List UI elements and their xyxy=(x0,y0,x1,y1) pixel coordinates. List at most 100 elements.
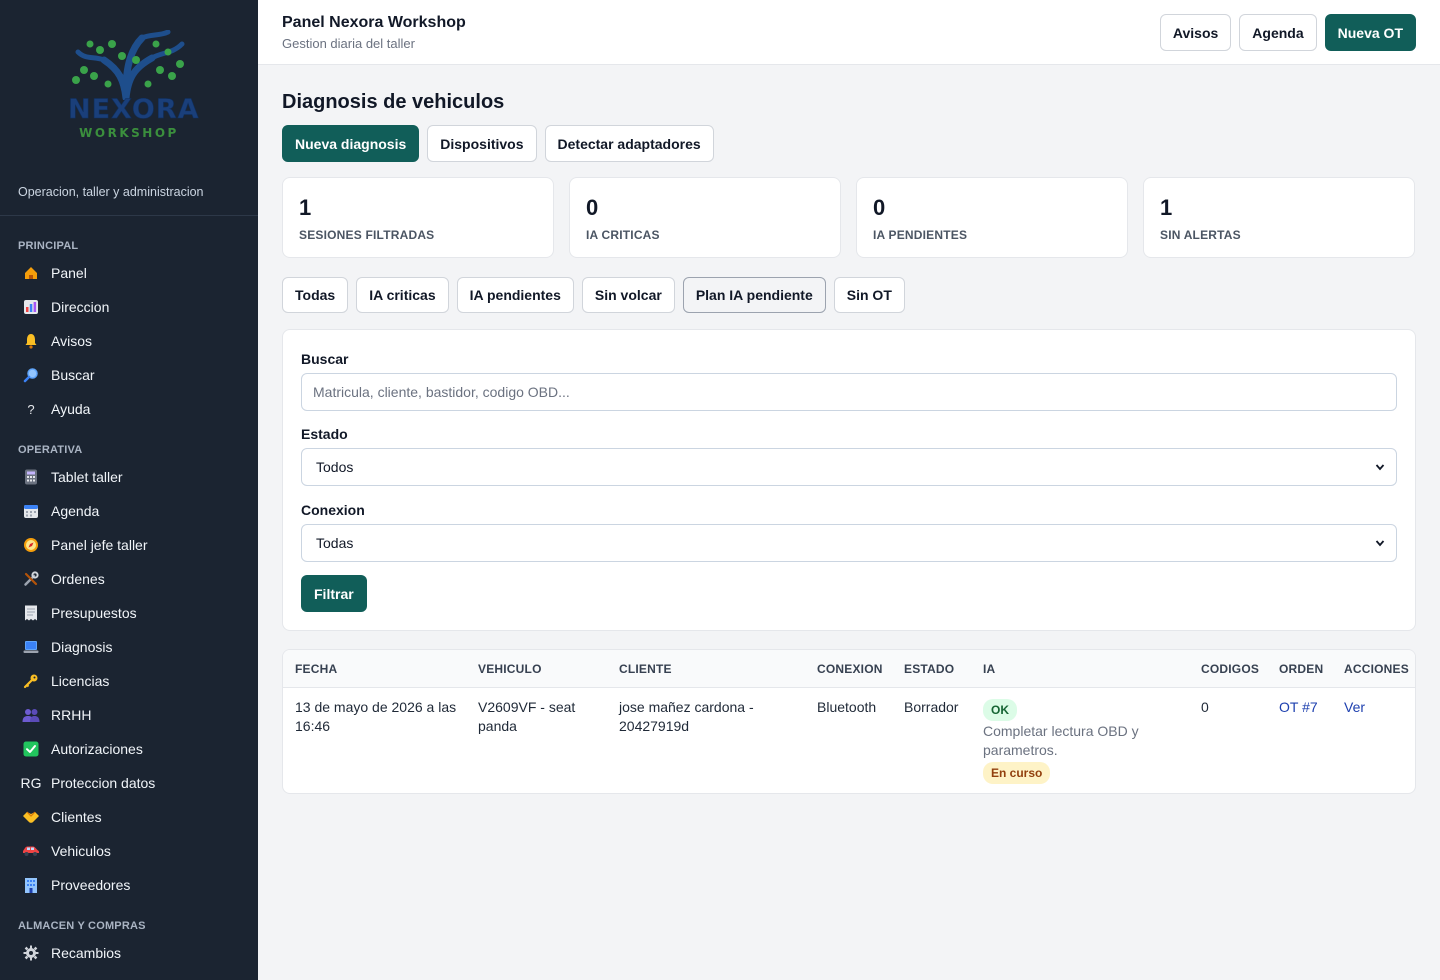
tree-logo-icon xyxy=(72,29,185,102)
sidebar-item-rrhh[interactable]: RRHH xyxy=(0,698,258,732)
nueva-ot-button[interactable]: Nueva OT xyxy=(1324,14,1416,51)
sidebar-item-diagnosis[interactable]: Diagnosis xyxy=(0,630,258,664)
diagnosis-table: FECHA VEHICULO CLIENTE CONEXION ESTADO I… xyxy=(282,649,1416,794)
sidebar-item-ayuda[interactable]: ? Ayuda xyxy=(0,392,258,426)
filter-ia-criticas[interactable]: IA criticas xyxy=(356,277,449,313)
calculator-icon xyxy=(20,468,42,486)
sidebar-item-label: Tablet taller xyxy=(51,469,123,485)
col-vehiculo[interactable]: VEHICULO xyxy=(478,662,542,676)
check-icon xyxy=(20,740,42,758)
home-icon xyxy=(20,264,42,282)
agenda-button[interactable]: Agenda xyxy=(1239,14,1317,51)
col-conexion[interactable]: CONEXION xyxy=(817,662,883,676)
page-actions: Nueva diagnosis Dispositivos Detectar ad… xyxy=(282,125,714,162)
col-ia[interactable]: IA xyxy=(983,662,995,676)
stat-value: 1 xyxy=(1160,195,1173,220)
sidebar-item-proteccion-datos[interactable]: RG Proteccion datos xyxy=(0,766,258,800)
cell-cliente-line1: jose mañez cardona - xyxy=(619,699,754,715)
sidebar-item-agenda[interactable]: Agenda xyxy=(0,494,258,528)
estado-select-value: Todos xyxy=(316,459,354,475)
col-codigos[interactable]: CODIGOS xyxy=(1201,662,1259,676)
cell-ia-text: Completar lectura OBD y parametros. xyxy=(983,722,1139,760)
sidebar-item-ordenes[interactable]: Ordenes xyxy=(0,562,258,596)
search-input[interactable]: Matricula, cliente, bastidor, codigo OBD… xyxy=(301,373,1397,411)
gear-icon xyxy=(20,944,42,962)
sidebar-item-label: Vehiculos xyxy=(51,843,111,859)
sidebar-item-label: Licencias xyxy=(51,673,110,689)
stat-value: 0 xyxy=(586,195,599,220)
search-label: Buscar xyxy=(301,351,349,367)
sidebar-item-label: Proteccion datos xyxy=(51,775,156,791)
avisos-button[interactable]: Avisos xyxy=(1159,14,1232,51)
tools-icon xyxy=(20,570,42,588)
col-orden[interactable]: ORDEN xyxy=(1279,662,1323,676)
sidebar-item-panel-jefe-taller[interactable]: Panel jefe taller xyxy=(0,528,258,562)
stat-card-sesiones: 1 SESIONES FILTRADAS xyxy=(282,177,554,258)
compass-icon xyxy=(20,536,42,554)
sidebar-item-presupuestos[interactable]: Presupuestos xyxy=(0,596,258,630)
ver-link[interactable]: Ver xyxy=(1344,698,1365,717)
sidebar-item-clientes[interactable]: Clientes xyxy=(0,800,258,834)
sidebar-item-label: Panel jefe taller xyxy=(51,537,148,553)
en-curso-badge: En curso xyxy=(983,762,1051,784)
cell-codigos: 0 xyxy=(1201,699,1209,715)
sidebar-item-licencias[interactable]: Licencias xyxy=(0,664,258,698)
stat-card-sin-alertas: 1 SIN ALERTAS xyxy=(1143,177,1415,258)
conexion-select-value: Todas xyxy=(316,535,354,551)
sidebar-item-panel[interactable]: Panel xyxy=(0,256,258,290)
stat-label: IA CRITICAS xyxy=(586,228,660,242)
receipt-icon xyxy=(20,604,42,622)
bar-chart-icon xyxy=(20,298,42,316)
sidebar-item-direccion[interactable]: Direccion xyxy=(0,290,258,324)
filter-todas[interactable]: Todas xyxy=(282,277,349,313)
sidebar-item-label: Autorizaciones xyxy=(51,741,143,757)
sidebar-item-label: Ayuda xyxy=(51,401,91,417)
key-icon xyxy=(20,672,42,690)
sidebar-item-buscar[interactable]: Buscar xyxy=(0,358,258,392)
cell-ia-text-line1: Completar lectura OBD y xyxy=(983,723,1139,739)
car-icon xyxy=(20,842,42,860)
filter-ia-pendientes[interactable]: IA pendientes xyxy=(456,277,574,313)
cell-fecha-line1: 13 de mayo de 2026 a las xyxy=(295,699,457,715)
nexora-logo[interactable]: NEXORA WORKSHOP xyxy=(64,29,199,145)
orden-link[interactable]: OT #7 xyxy=(1279,698,1318,717)
stat-label: IA PENDIENTES xyxy=(873,228,968,242)
quick-filters: Todas IA criticas IA pendientes Sin volc… xyxy=(282,277,905,313)
building-icon xyxy=(20,876,42,894)
sidebar-item-proveedores[interactable]: Proveedores xyxy=(0,868,258,902)
col-fecha[interactable]: FECHA xyxy=(295,662,337,676)
conexion-select[interactable]: Todas xyxy=(301,524,1397,562)
col-cliente[interactable]: CLIENTE xyxy=(619,662,672,676)
page-title: Diagnosis de vehiculos xyxy=(282,91,505,113)
filter-plan-ia-pendiente[interactable]: Plan IA pendiente xyxy=(682,277,826,313)
rg-icon: RG xyxy=(20,775,42,791)
dispositivos-button[interactable]: Dispositivos xyxy=(427,125,537,162)
stat-card-ia-pendientes: 0 IA PENDIENTES xyxy=(856,177,1128,258)
sidebar-tagline: Operacion, taller y administracion xyxy=(0,170,258,216)
sidebar-item-label: Avisos xyxy=(51,333,92,349)
col-acciones[interactable]: ACCIONES xyxy=(1344,662,1409,676)
table-header: FECHA VEHICULO CLIENTE CONEXION ESTADO I… xyxy=(283,650,1415,688)
sidebar-item-tablet-taller[interactable]: Tablet taller xyxy=(0,460,258,494)
sidebar-item-avisos[interactable]: Avisos xyxy=(0,324,258,358)
handshake-icon xyxy=(20,808,42,826)
filter-sin-ot[interactable]: Sin OT xyxy=(833,277,905,313)
detectar-adaptadores-button[interactable]: Detectar adaptadores xyxy=(544,125,714,162)
chevron-down-icon xyxy=(1375,464,1385,471)
chevron-down-icon xyxy=(1375,540,1385,547)
sidebar-item-label: Buscar xyxy=(51,367,95,383)
filtrar-button[interactable]: Filtrar xyxy=(301,575,367,612)
app-subtitle: Gestion diaria del taller xyxy=(282,36,415,51)
cell-cliente-line2: 20427919d xyxy=(619,718,690,734)
filter-sin-volcar[interactable]: Sin volcar xyxy=(581,277,675,313)
nueva-diagnosis-button[interactable]: Nueva diagnosis xyxy=(282,125,420,162)
conexion-label: Conexion xyxy=(301,502,365,518)
sidebar-item-autorizaciones[interactable]: Autorizaciones xyxy=(0,732,258,766)
col-estado[interactable]: ESTADO xyxy=(904,662,954,676)
sidebar-item-recambios[interactable]: Recambios xyxy=(0,936,258,970)
sidebar-item-vehiculos[interactable]: Vehiculos xyxy=(0,834,258,868)
logo-subword: WORKSHOP xyxy=(79,126,179,140)
sidebar-item-label: Agenda xyxy=(51,503,100,519)
estado-select[interactable]: Todos xyxy=(301,448,1397,486)
question-icon: ? xyxy=(27,401,35,417)
